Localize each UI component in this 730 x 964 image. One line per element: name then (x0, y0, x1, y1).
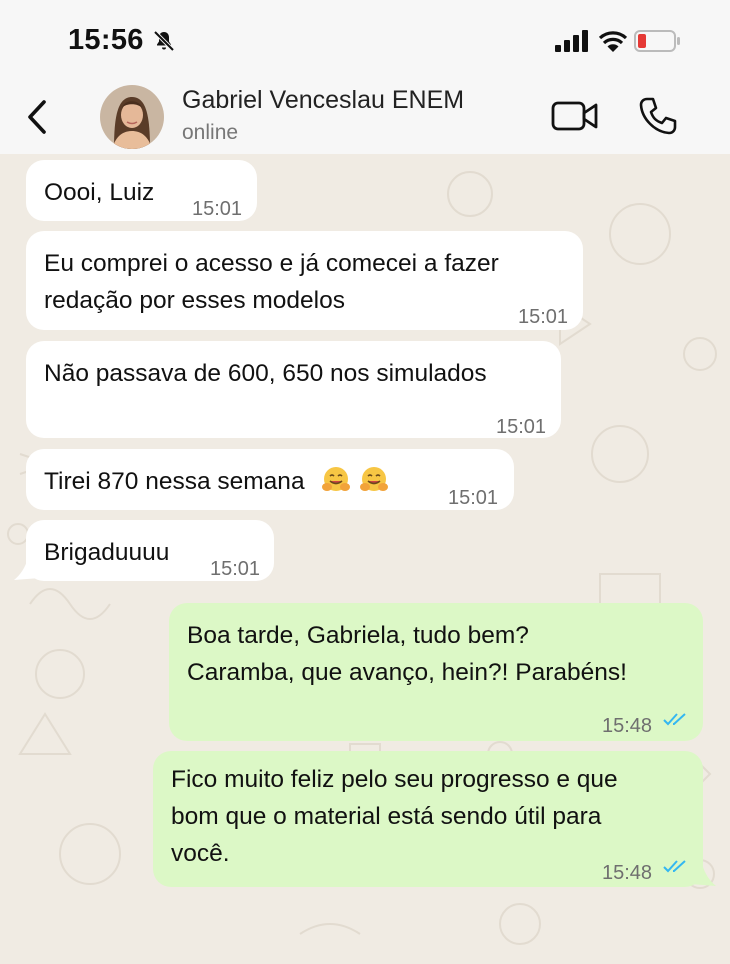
message-bubble-incoming[interactable]: Brigaduuuu 15:01 (26, 520, 274, 581)
message-text: Oooi, Luiz (44, 179, 155, 206)
message-time: 15:01 (448, 487, 499, 509)
contact-avatar[interactable] (100, 85, 164, 149)
status-bar: 15:56 (0, 0, 730, 78)
avatar-photo (100, 85, 164, 149)
signal-icon (555, 30, 588, 52)
message-time: 15:01 (518, 306, 569, 328)
video-call-icon[interactable] (551, 98, 599, 134)
message-bubble-incoming[interactable]: Eu comprei o acesso e já comecei a fazer… (26, 231, 583, 330)
message-time: 15:01 (192, 198, 243, 220)
message-text: Não passava de 600, 650 nos simulados (44, 360, 487, 387)
phone-call-icon[interactable] (638, 96, 678, 136)
message-time: 15:48 (602, 715, 653, 737)
message-time: 15:01 (496, 416, 547, 438)
message-text: Tirei 870 nessa semana (44, 468, 305, 495)
message-time: 15:48 (602, 862, 653, 884)
battery-low-icon (634, 30, 680, 52)
muted-bell-icon (153, 30, 175, 52)
contact-status: online (182, 121, 239, 144)
message-bubble-outgoing[interactable]: Boa tarde, Gabriela, tudo bem? Caramba, … (169, 603, 703, 741)
back-arrow-icon[interactable] (22, 98, 52, 136)
bubble-tail-outgoing (690, 864, 716, 886)
hugging-face-emoji-icon (322, 467, 351, 491)
message-text: Eu comprei o acesso e já comecei a fazer… (44, 250, 499, 314)
read-receipt-icon (663, 713, 686, 726)
chat-area[interactable]: Oooi, Luiz 15:01 Eu comprei o acesso e j… (0, 154, 730, 964)
message-text: Brigaduuuu (44, 539, 170, 566)
message-bubble-incoming[interactable]: Tirei 870 nessa semana 15:01 (26, 449, 514, 510)
contact-name[interactable]: Gabriel Venceslau ENEM (182, 86, 464, 115)
status-time: 15:56 (68, 24, 144, 56)
hugging-face-emoji-icon (360, 467, 389, 491)
read-receipt-icon (663, 860, 686, 873)
message-text: Fico muito feliz pelo seu progresso e qu… (171, 766, 618, 867)
chat-header: Gabriel Venceslau ENEM online (0, 78, 730, 154)
message-text: Boa tarde, Gabriela, tudo bem? Caramba, … (187, 622, 627, 686)
message-bubble-incoming[interactable]: Não passava de 600, 650 nos simulados 15… (26, 341, 561, 438)
message-bubble-incoming[interactable]: Oooi, Luiz 15:01 (26, 160, 257, 221)
message-time: 15:01 (210, 558, 261, 580)
wifi-icon (598, 31, 628, 52)
message-bubble-outgoing[interactable]: Fico muito feliz pelo seu progresso e qu… (153, 751, 703, 887)
